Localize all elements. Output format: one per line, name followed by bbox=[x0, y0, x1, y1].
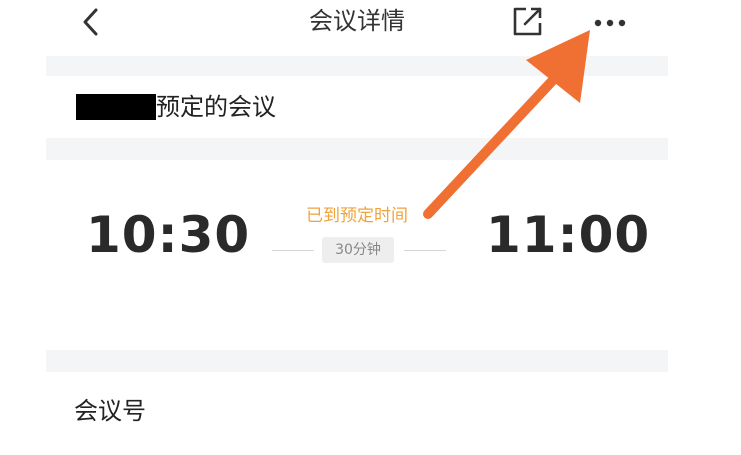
meeting-number-row[interactable]: 会议号 bbox=[46, 372, 668, 455]
meeting-time-section: 10:30 已到预定时间 30分钟 11:00 bbox=[46, 160, 668, 350]
section-divider bbox=[46, 56, 668, 76]
organizer-row: 预定的会议 bbox=[46, 76, 668, 138]
meeting-number-label: 会议号 bbox=[74, 397, 146, 425]
section-divider bbox=[46, 138, 668, 160]
organizer-suffix: 预定的会议 bbox=[156, 93, 276, 121]
share-external-icon bbox=[513, 7, 542, 36]
more-horizontal-icon bbox=[594, 19, 626, 27]
nav-header: 会议详情 bbox=[46, 0, 668, 54]
duration-line-left bbox=[272, 250, 314, 251]
meeting-detail-page: 会议详情 预定的会议 10:30 已到预定时间 30分钟 11:00 会议号 bbox=[0, 0, 741, 455]
redacted-organizer-name bbox=[76, 94, 156, 120]
more-options-button[interactable] bbox=[591, 4, 631, 38]
share-button[interactable] bbox=[511, 4, 545, 38]
duration-line-right bbox=[404, 250, 446, 251]
section-divider bbox=[46, 350, 668, 372]
end-time: 11:00 bbox=[486, 206, 651, 264]
duration-badge: 30分钟 bbox=[322, 237, 394, 263]
page-title: 会议详情 bbox=[309, 7, 405, 35]
start-time: 10:30 bbox=[86, 206, 251, 264]
status-text: 已到预定时间 bbox=[306, 206, 408, 226]
